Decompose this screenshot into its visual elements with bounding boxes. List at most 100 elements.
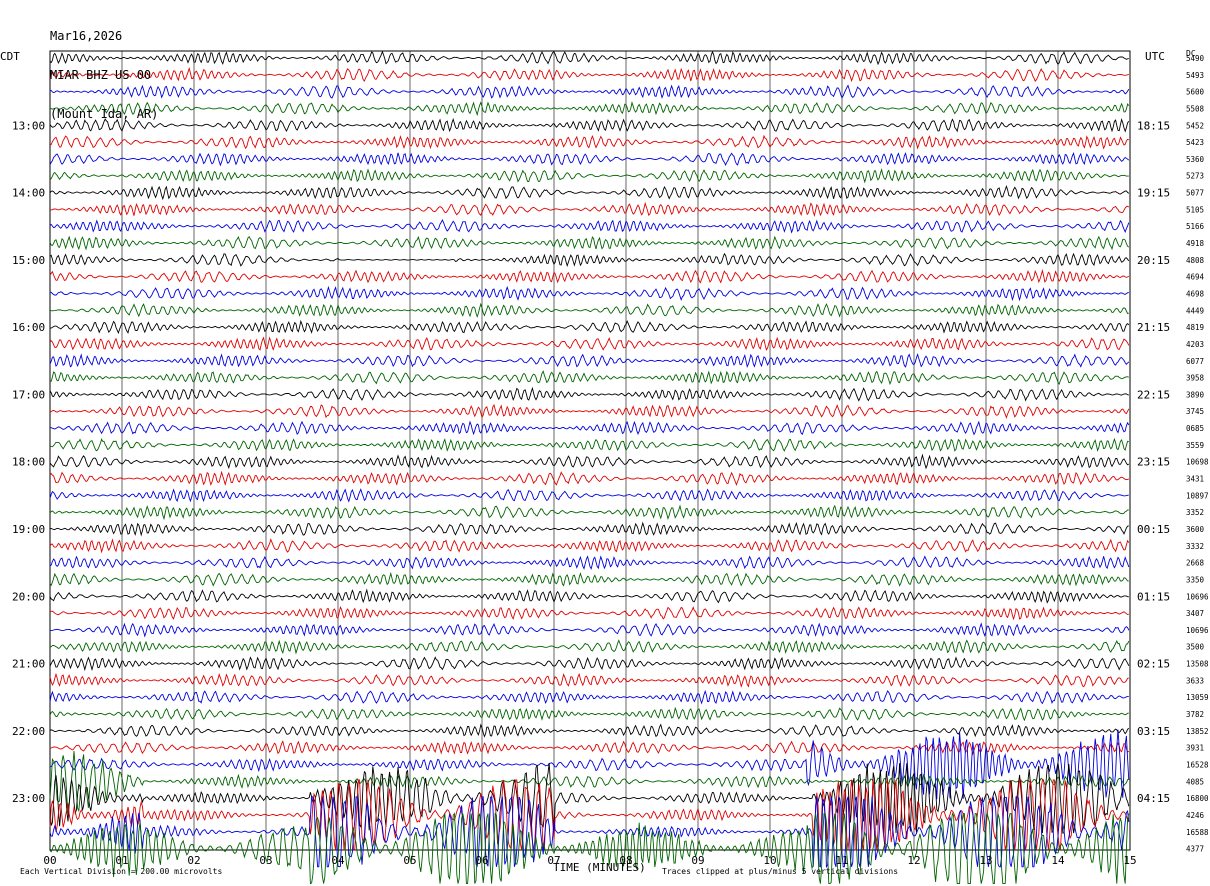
x-tick-label: 10 (763, 854, 776, 867)
trace-row-4 (49, 117, 1130, 133)
left-hour-label: 18:00 (12, 456, 45, 469)
x-tick-label: 05 (403, 854, 416, 867)
trace-row-19 (49, 370, 1129, 386)
right-hour-label: 03:15 (1137, 725, 1170, 738)
trace-row-39 (49, 706, 1129, 722)
dc-offset-label: 4808 (1186, 256, 1205, 265)
x-tick-label: 06 (475, 854, 488, 867)
plot-header: Mar16,2026 MIAR BHZ US 00 (Mount Ida, AR… (50, 4, 158, 134)
trace-row-38 (49, 689, 1129, 705)
dc-offset-label: 4819 (1186, 323, 1204, 332)
location-label: (Mount Ida, AR) (50, 107, 159, 121)
dc-offset-label: 3407 (1186, 609, 1204, 618)
left-hour-label: 20:00 (12, 590, 45, 603)
dc-offset-label: 3931 (1186, 744, 1204, 753)
x-tick-label: 14 (1051, 854, 1065, 867)
left-hour-label: 14:00 (12, 187, 45, 200)
dc-offset-label: 5105 (1186, 205, 1204, 214)
dc-offset-header: DC (1186, 49, 1196, 58)
left-hour-label: 21:00 (12, 658, 45, 671)
x-tick-label: 04 (331, 854, 345, 867)
trace-row-27 (49, 504, 1129, 521)
trace-row-26 (49, 488, 1129, 503)
dc-offset-label: 5077 (1186, 189, 1204, 198)
dc-offset-label: 5452 (1186, 121, 1204, 130)
x-tick-label: 03 (259, 854, 272, 867)
dc-offset-label: 3890 (1186, 390, 1205, 399)
station-label: MIAR BHZ US 00 (50, 68, 152, 82)
dc-offset-label: 4918 (1186, 239, 1205, 248)
trace-row-28 (49, 521, 1129, 537)
trace-row-17 (49, 336, 1130, 351)
trace-row-21 (49, 403, 1130, 419)
trace-row-18 (49, 353, 1130, 369)
right-hour-label: 23:15 (1137, 456, 1170, 469)
trace-row-5 (49, 134, 1129, 150)
trace-row-34 (49, 622, 1130, 638)
dc-offset-label: 4203 (1186, 340, 1204, 349)
right-timezone-label: UTC (1145, 50, 1165, 63)
trace-row-23 (49, 437, 1129, 452)
trace-row-31 (49, 571, 1129, 587)
left-hour-label: 23:00 (12, 792, 45, 805)
dc-offset-label: 3782 (1186, 710, 1204, 719)
right-hour-label: 22:15 (1137, 388, 1170, 401)
dc-offset-label: 6077 (1186, 357, 1204, 366)
x-tick-label: 13 (979, 854, 992, 867)
dc-offset-label: 4085 (1186, 777, 1204, 786)
trace-row-29 (49, 538, 1130, 554)
trace-row-2 (49, 84, 1130, 99)
dc-offset-label: 3958 (1186, 374, 1205, 383)
dc-offset-label: 5493 (1186, 71, 1204, 80)
x-tick-label: 00 (43, 854, 56, 867)
trace-row-44 (49, 763, 1130, 834)
trace-row-42 (49, 729, 1130, 800)
helicorder-plot: 5490549356005508545254235360527350775105… (12, 50, 1209, 885)
trace-row-45 (49, 779, 1130, 852)
trace-row-16 (50, 319, 1130, 335)
left-hour-label: 22:00 (12, 725, 45, 738)
trace-row-15 (49, 302, 1129, 318)
trace-row-10 (49, 218, 1130, 234)
dc-offset-label: 3600 (1186, 525, 1205, 534)
trace-row-30 (49, 555, 1130, 570)
trace-row-12 (49, 252, 1130, 268)
dc-offset-label: 10897 (1186, 491, 1209, 500)
dc-offset-label: 4694 (1186, 273, 1205, 282)
left-hour-label: 15:00 (12, 254, 45, 267)
dc-offset-label: 5423 (1186, 138, 1204, 147)
right-hour-label: 04:15 (1137, 792, 1170, 805)
dc-offset-label: 10696 (1186, 626, 1209, 635)
trace-row-14 (49, 285, 1129, 302)
dc-offset-label: 3332 (1186, 542, 1204, 551)
dc-offset-label: 13852 (1186, 727, 1209, 736)
dc-offset-label: 13059 (1186, 693, 1209, 702)
dc-offset-label: 3352 (1186, 508, 1204, 517)
left-hour-label: 17:00 (12, 388, 45, 401)
left-hour-label: 13:00 (12, 119, 45, 132)
trace-row-1 (49, 66, 1129, 83)
dc-offset-label: 4698 (1186, 289, 1205, 298)
dc-offset-label: 10696 (1186, 592, 1209, 601)
trace-row-11 (49, 235, 1130, 251)
x-tick-label: 01 (115, 854, 128, 867)
dc-offset-label: 3559 (1186, 441, 1204, 450)
dc-offset-label: 3350 (1186, 575, 1205, 584)
scale-note: Each Vertical Division = 200.00 microvol… (20, 867, 223, 876)
x-tick-label: 02 (187, 854, 200, 867)
trace-row-8 (49, 185, 1130, 201)
right-hour-label: 18:15 (1137, 119, 1170, 132)
x-axis-title: TIME (MINUTES) (553, 861, 646, 874)
trace-row-13 (49, 268, 1130, 284)
right-hour-label: 21:15 (1137, 321, 1170, 334)
left-hour-label: 19:00 (12, 523, 45, 536)
dc-offset-label: 16800 (1186, 794, 1209, 803)
x-tick-label: 12 (907, 854, 920, 867)
dc-offset-label: 13508 (1186, 660, 1209, 669)
trace-row-3 (49, 101, 1130, 117)
x-tick-label: 11 (835, 854, 848, 867)
trace-row-33 (49, 605, 1129, 621)
dc-offset-label: 5166 (1186, 222, 1205, 231)
trace-row-20 (49, 386, 1129, 402)
x-tick-label: 09 (691, 854, 704, 867)
